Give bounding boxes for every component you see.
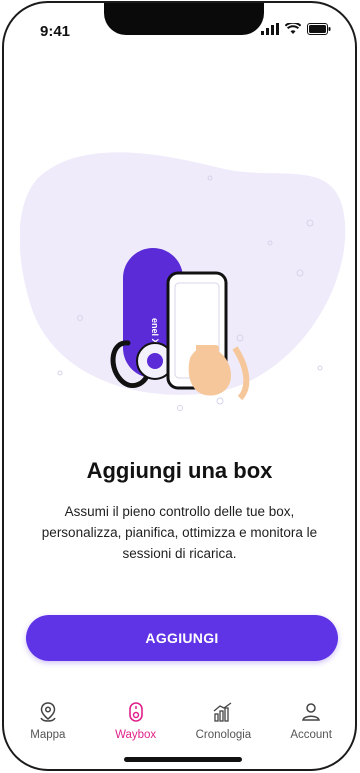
tab-label: Account bbox=[290, 729, 332, 741]
add-box-button[interactable]: AGGIUNGI bbox=[26, 615, 338, 661]
chart-icon bbox=[213, 702, 232, 722]
page-title: Aggiungi una box bbox=[86, 458, 273, 483]
bottom-tab-bar: Mappa Waybox Cronologia Account bbox=[4, 701, 355, 753]
phone-frame: 9:41 enel X way Aggiungi una box Assumi … bbox=[2, 1, 357, 771]
map-pin-icon bbox=[40, 702, 56, 722]
page-description: Assumi il pieno controllo delle tue box,… bbox=[41, 504, 318, 561]
battery-icon bbox=[307, 23, 331, 35]
tab-mappa[interactable]: Mappa bbox=[8, 701, 88, 753]
status-time: 9:41 bbox=[40, 23, 71, 40]
tab-waybox[interactable]: Waybox bbox=[96, 701, 176, 753]
tab-label: Cronologia bbox=[195, 729, 252, 741]
tab-account[interactable]: Account bbox=[271, 701, 351, 753]
tab-label: Waybox bbox=[115, 729, 157, 741]
home-indicator bbox=[124, 757, 242, 762]
tab-cronologia[interactable]: Cronologia bbox=[183, 701, 263, 753]
wifi-icon bbox=[285, 23, 301, 34]
tab-label: Mappa bbox=[30, 729, 66, 741]
charger-illustration: enel X way bbox=[20, 152, 346, 411]
waybox-icon bbox=[128, 702, 143, 722]
user-icon bbox=[302, 703, 321, 721]
status-icons bbox=[261, 23, 331, 35]
signal-icon bbox=[261, 23, 279, 35]
notch bbox=[104, 3, 264, 35]
